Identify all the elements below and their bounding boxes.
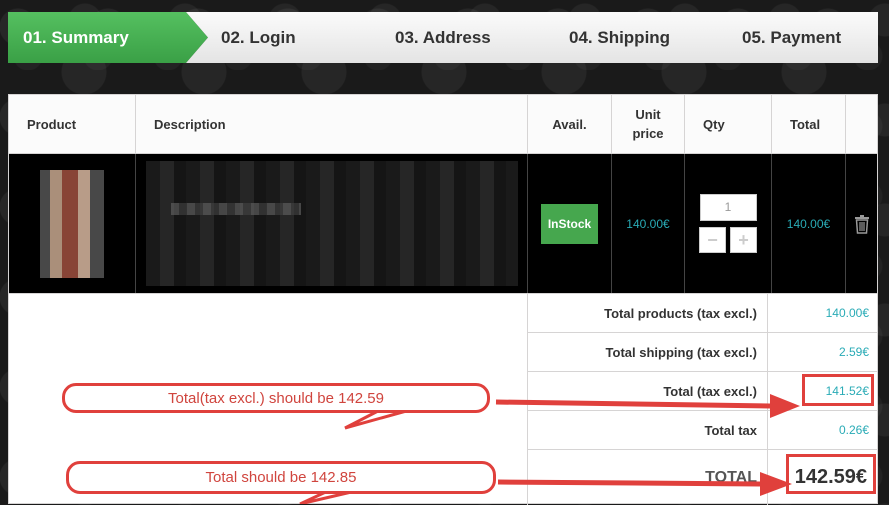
header-avail: Avail.	[528, 95, 612, 153]
header-description: Description	[136, 95, 528, 153]
annotation-text: Total(tax excl.) should be 142.59	[168, 389, 384, 407]
total-label: TOTAL	[528, 450, 768, 505]
summary-row-tax: Total tax 0.26€	[528, 410, 877, 449]
summary-value: 2.59€	[838, 345, 869, 359]
total-cell: 140.00€	[772, 154, 846, 293]
step-shipping[interactable]: 04. Shipping	[534, 12, 734, 63]
unit-price-cell: 140.00€	[612, 154, 685, 293]
step-address[interactable]: 03. Address	[360, 12, 560, 63]
description-cell	[136, 154, 528, 293]
highlight-box-total-tax-excl	[802, 374, 874, 406]
header-product: Product	[9, 95, 136, 153]
delete-cell	[846, 154, 877, 293]
cart-summary-table: Product Description Avail. Unit price Qt…	[8, 94, 878, 505]
header-unit-price: Unit price	[612, 95, 685, 153]
table-header: Product Description Avail. Unit price Qt…	[9, 95, 877, 154]
summary-value: 140.00€	[825, 306, 869, 320]
quantity-increase-button[interactable]: +	[730, 227, 757, 253]
summary-label: Total tax	[528, 411, 768, 449]
summary-label: Total products (tax excl.)	[528, 294, 768, 332]
step-summary[interactable]: 01. Summary	[8, 12, 208, 63]
stock-line1: In	[547, 216, 559, 231]
annotation-text: Total should be 142.85	[205, 469, 357, 486]
trash-icon[interactable]	[854, 214, 870, 234]
header-delete	[846, 95, 877, 153]
checkout-steps: 01. Summary 02. Login 03. Address 04. Sh…	[8, 12, 878, 63]
header-total: Total	[772, 95, 846, 153]
summary-value: 0.26€	[838, 423, 869, 437]
avail-cell: In Stock	[528, 154, 612, 293]
in-stock-badge: In Stock	[541, 203, 598, 244]
summary-row-products: Total products (tax excl.) 140.00€	[528, 293, 877, 332]
step-label: 01. Summary	[23, 27, 129, 47]
highlight-box-total	[786, 454, 876, 494]
header-qty: Qty	[685, 95, 772, 153]
step-login[interactable]: 02. Login	[186, 12, 386, 63]
step-payment[interactable]: 05. Payment	[708, 12, 878, 63]
summary-label: Total shipping (tax excl.)	[528, 333, 768, 371]
summary-row-shipping: Total shipping (tax excl.) 2.59€	[528, 332, 877, 371]
unit-price: 140.00€	[626, 216, 670, 231]
summary-label: Total (tax excl.)	[528, 372, 768, 410]
header-unit-price-line1: Unit	[635, 107, 661, 122]
product-image-cell	[9, 154, 136, 293]
qty-cell: 1 − +	[685, 154, 772, 293]
quantity-input[interactable]: 1	[699, 194, 757, 221]
product-thumbnail[interactable]	[40, 169, 104, 278]
header-unit-price-line2: price	[632, 126, 664, 141]
line-total: 140.00€	[786, 216, 831, 231]
stock-line2: Stock	[558, 216, 592, 231]
product-description-blurred	[145, 161, 518, 286]
table-row: In Stock 140.00€ 1 − + 140.00€	[9, 154, 877, 294]
quantity-decrease-button[interactable]: −	[699, 227, 726, 253]
annotation-bubble-1: Total(tax excl.) should be 142.59	[62, 383, 490, 413]
annotation-bubble-2: Total should be 142.85	[66, 461, 496, 494]
